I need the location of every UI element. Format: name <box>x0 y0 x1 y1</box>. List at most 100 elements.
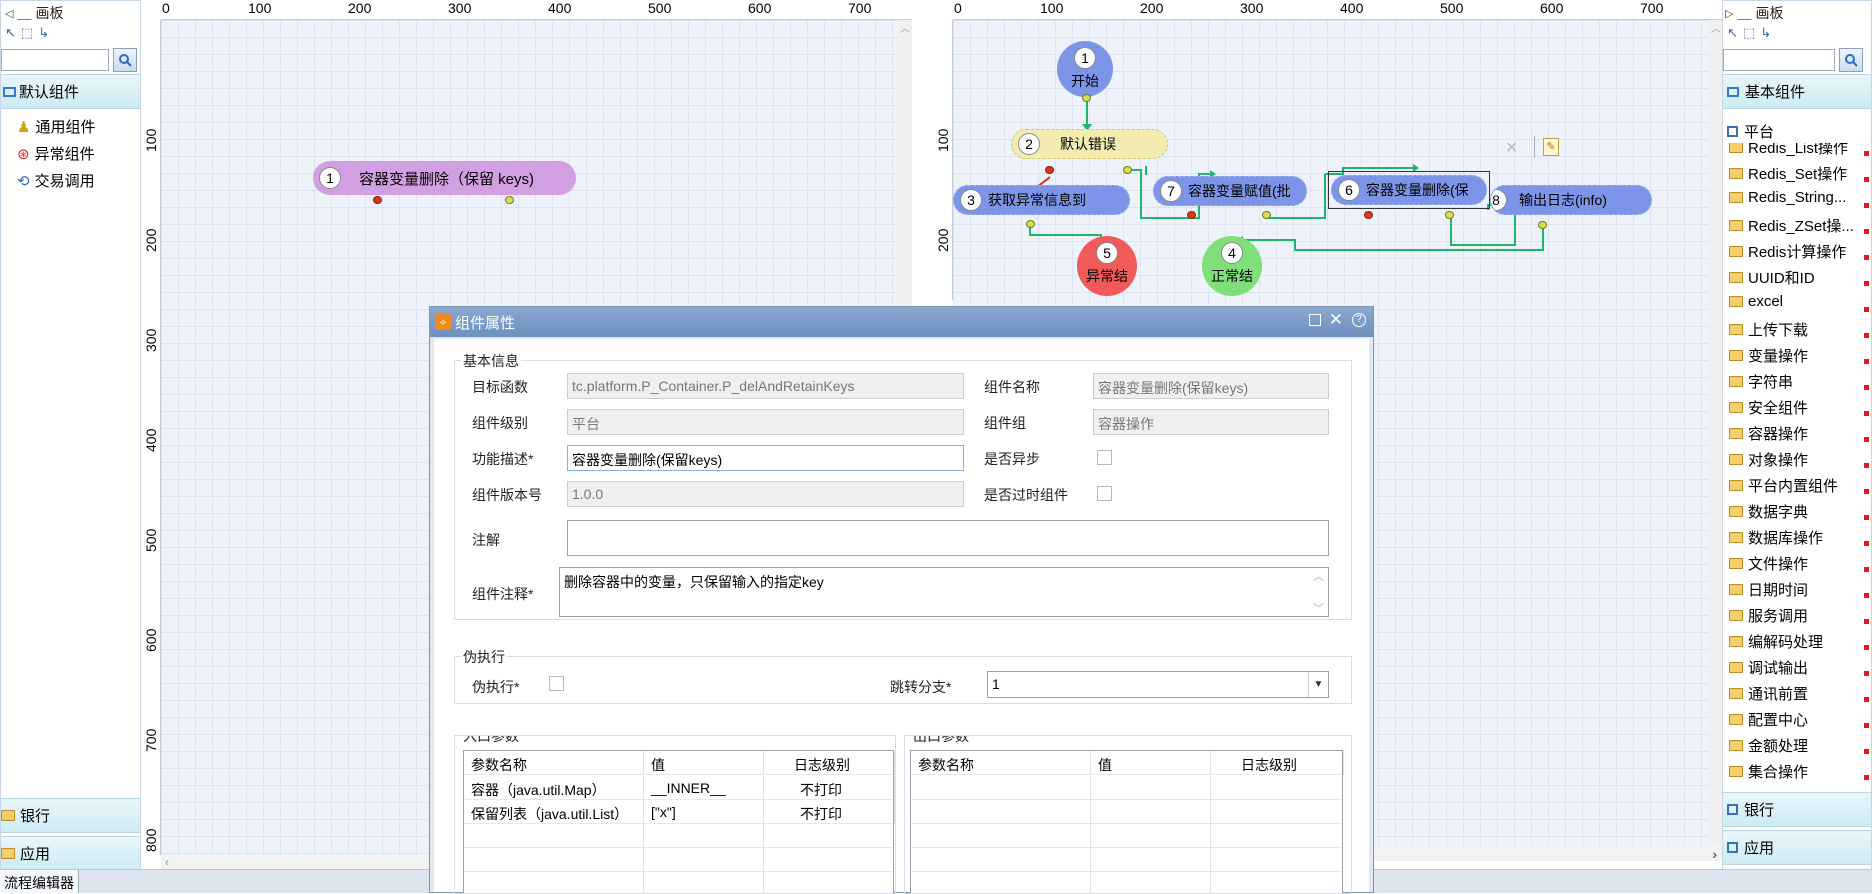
marker-dot <box>1864 151 1869 156</box>
success-port[interactable] <box>1262 211 1271 219</box>
flow-node-exception-end[interactable]: 5 异常结 <box>1077 236 1137 296</box>
param-log-level[interactable]: 不打印 <box>764 776 895 800</box>
description-label: 功能描述* <box>472 449 533 469</box>
flow-node-output-log[interactable]: 8 输出日志(info) <box>1490 185 1652 215</box>
tree-item-general[interactable]: ♟ 通用组件 <box>17 116 95 137</box>
marquee-tool-icon[interactable]: ⬚ <box>21 25 33 45</box>
marker-dot <box>1864 437 1869 442</box>
left-horizontal-ruler: 0 100 200 300 400 500 600 700 <box>161 0 912 20</box>
scroll-left-icon[interactable]: ‹ <box>165 855 169 869</box>
annotation-input[interactable] <box>567 520 1329 556</box>
target-function-field[interactable]: tc.platform.P_Container.P_delAndRetainKe… <box>567 373 964 399</box>
edit-node-icon[interactable]: ✎ <box>1543 138 1559 156</box>
column-header[interactable]: 日志级别 <box>764 751 895 775</box>
param-value[interactable]: ["x"] <box>644 800 764 824</box>
column-header[interactable]: 日志级别 <box>1211 751 1344 775</box>
editor-tab[interactable]: 流程编辑器 <box>0 870 79 893</box>
flow-node-container-delete[interactable]: 6 容器变量删除(保 <box>1331 175 1487 205</box>
target-function-label: 目标函数 <box>472 377 528 397</box>
connect-tool-icon[interactable]: ↳ <box>38 25 49 45</box>
marquee-tool-icon[interactable]: ⬚ <box>1743 25 1755 45</box>
column-header[interactable]: 参数名称 <box>911 751 1091 775</box>
success-port[interactable] <box>1538 221 1547 229</box>
branch-label: 跳转分支* <box>890 677 951 697</box>
minimize-icon[interactable]: ＿ <box>17 3 31 23</box>
flow-node-default-error[interactable]: 2 默认错误 <box>1011 129 1168 159</box>
flow-node-get-exception[interactable]: 3 获取异常信息到 <box>953 185 1130 215</box>
table-header: 参数名称 值 日志级别 <box>911 751 1342 775</box>
error-port[interactable] <box>373 196 382 204</box>
textarea-scroll-up-icon[interactable]: ︿ <box>1313 568 1324 584</box>
component-name-field[interactable]: 容器变量删除(保留keys) <box>1093 373 1329 399</box>
table-row[interactable]: 容器（java.util.Map） __INNER__ 不打印 <box>464 776 893 800</box>
flow-node-container-assign[interactable]: 7 容器变量赋值(批 <box>1153 176 1307 206</box>
dialog-title-bar[interactable]: ⟡ 组件属性 ✕ ? <box>430 307 1373 337</box>
component-group-field[interactable]: 容器操作 <box>1093 409 1329 435</box>
collapse-arrow-icon[interactable]: ◁ <box>5 7 13 20</box>
description-input[interactable]: 容器变量删除(保留keys) <box>567 445 964 471</box>
ruler-tick: 200 <box>935 229 951 252</box>
scroll-right-icon[interactable]: › <box>1712 846 1717 862</box>
branch-select[interactable]: 1 ▼ <box>987 671 1329 698</box>
param-log-level[interactable]: 不打印 <box>764 800 895 824</box>
async-checkbox[interactable] <box>1097 450 1112 465</box>
help-icon[interactable]: ? <box>1352 313 1366 327</box>
component-level-field[interactable]: 平台 <box>567 409 964 435</box>
right-canvas-scrollbar[interactable]: ︿ <box>1709 20 1723 855</box>
error-port[interactable] <box>1187 211 1196 219</box>
section-basic-components[interactable]: 基本组件 <box>1723 74 1871 109</box>
right-horizontal-ruler: 0 100 200 300 400 500 600 700 <box>953 0 1723 20</box>
input-params-table: 参数名称 值 日志级别 容器（java.util.Map） __INNER__ … <box>463 750 894 894</box>
right-palette-search-button[interactable] <box>1839 48 1863 72</box>
connect-tool-icon[interactable]: ↳ <box>1760 25 1771 45</box>
node-label: 容器变量赋值(批 <box>1188 181 1291 201</box>
scroll-up-icon[interactable]: ︿ <box>898 20 912 35</box>
marker-dot <box>1864 463 1869 468</box>
deprecated-checkbox[interactable] <box>1097 486 1112 501</box>
dropdown-icon[interactable]: ▼ <box>1308 672 1328 697</box>
flow-node-container-delete[interactable]: 1 容器变量删除（保留 keys) <box>313 161 576 195</box>
success-port[interactable] <box>1082 94 1091 102</box>
right-palette-search-input[interactable] <box>1723 49 1835 71</box>
pseudo-exec-checkbox[interactable] <box>549 676 564 691</box>
section-bank[interactable]: 银行 <box>1 798 140 833</box>
tree-item-exception[interactable]: ⊛ 异常组件 <box>17 143 95 164</box>
section-app[interactable]: 应用 <box>1723 830 1871 865</box>
minimize-icon[interactable]: ＿ <box>1737 3 1751 23</box>
table-row[interactable]: 保留列表（java.util.List） ["x"] 不打印 <box>464 800 893 824</box>
error-port[interactable] <box>1364 211 1373 219</box>
category-default-components[interactable]: 默认组件 <box>1 74 140 109</box>
marker-dot <box>1864 749 1869 754</box>
success-port[interactable] <box>1026 220 1035 228</box>
table-row-empty <box>911 776 1342 800</box>
success-port[interactable] <box>505 196 514 204</box>
column-header[interactable]: 值 <box>1091 751 1211 775</box>
marker-dot <box>1864 177 1869 182</box>
select-tool-icon[interactable]: ↖ <box>1727 25 1738 45</box>
version-field[interactable]: 1.0.0 <box>567 481 964 507</box>
success-port[interactable] <box>1445 211 1454 219</box>
left-palette-search-button[interactable] <box>113 48 137 72</box>
success-port[interactable] <box>1123 166 1132 174</box>
close-icon[interactable]: ✕ <box>1329 310 1343 330</box>
section-label: 基本组件 <box>1745 81 1805 102</box>
maximize-icon[interactable] <box>1309 314 1321 326</box>
textarea-scroll-down-icon[interactable]: ﹀ <box>1313 600 1324 616</box>
section-app[interactable]: 应用 <box>1 836 140 871</box>
column-header[interactable]: 值 <box>644 751 764 775</box>
column-header[interactable]: 参数名称 <box>464 751 644 775</box>
flow-node-start[interactable]: 1 开始 <box>1057 41 1113 97</box>
scroll-up-icon[interactable]: ︿ <box>1709 20 1723 35</box>
select-tool-icon[interactable]: ↖ <box>5 25 16 45</box>
tree-item-transaction[interactable]: ⟲ 交易调用 <box>17 170 95 191</box>
left-palette-search-input[interactable] <box>1 49 109 71</box>
error-port[interactable] <box>1045 166 1054 174</box>
section-bank[interactable]: 银行 <box>1723 792 1871 827</box>
section-platform[interactable]: 平台 <box>1727 121 1774 142</box>
collapse-arrow-icon[interactable]: ▷ <box>1725 7 1733 20</box>
right-canvas-hscroll[interactable]: › <box>1373 846 1723 861</box>
comment-textarea[interactable]: 删除容器中的变量，只保留输入的指定key ︿ ﹀ <box>559 567 1329 617</box>
param-value[interactable]: __INNER__ <box>644 776 764 800</box>
flow-node-normal-end[interactable]: 4 正常结 <box>1202 236 1262 296</box>
close-hint-icon[interactable]: ✕ <box>1505 138 1518 158</box>
